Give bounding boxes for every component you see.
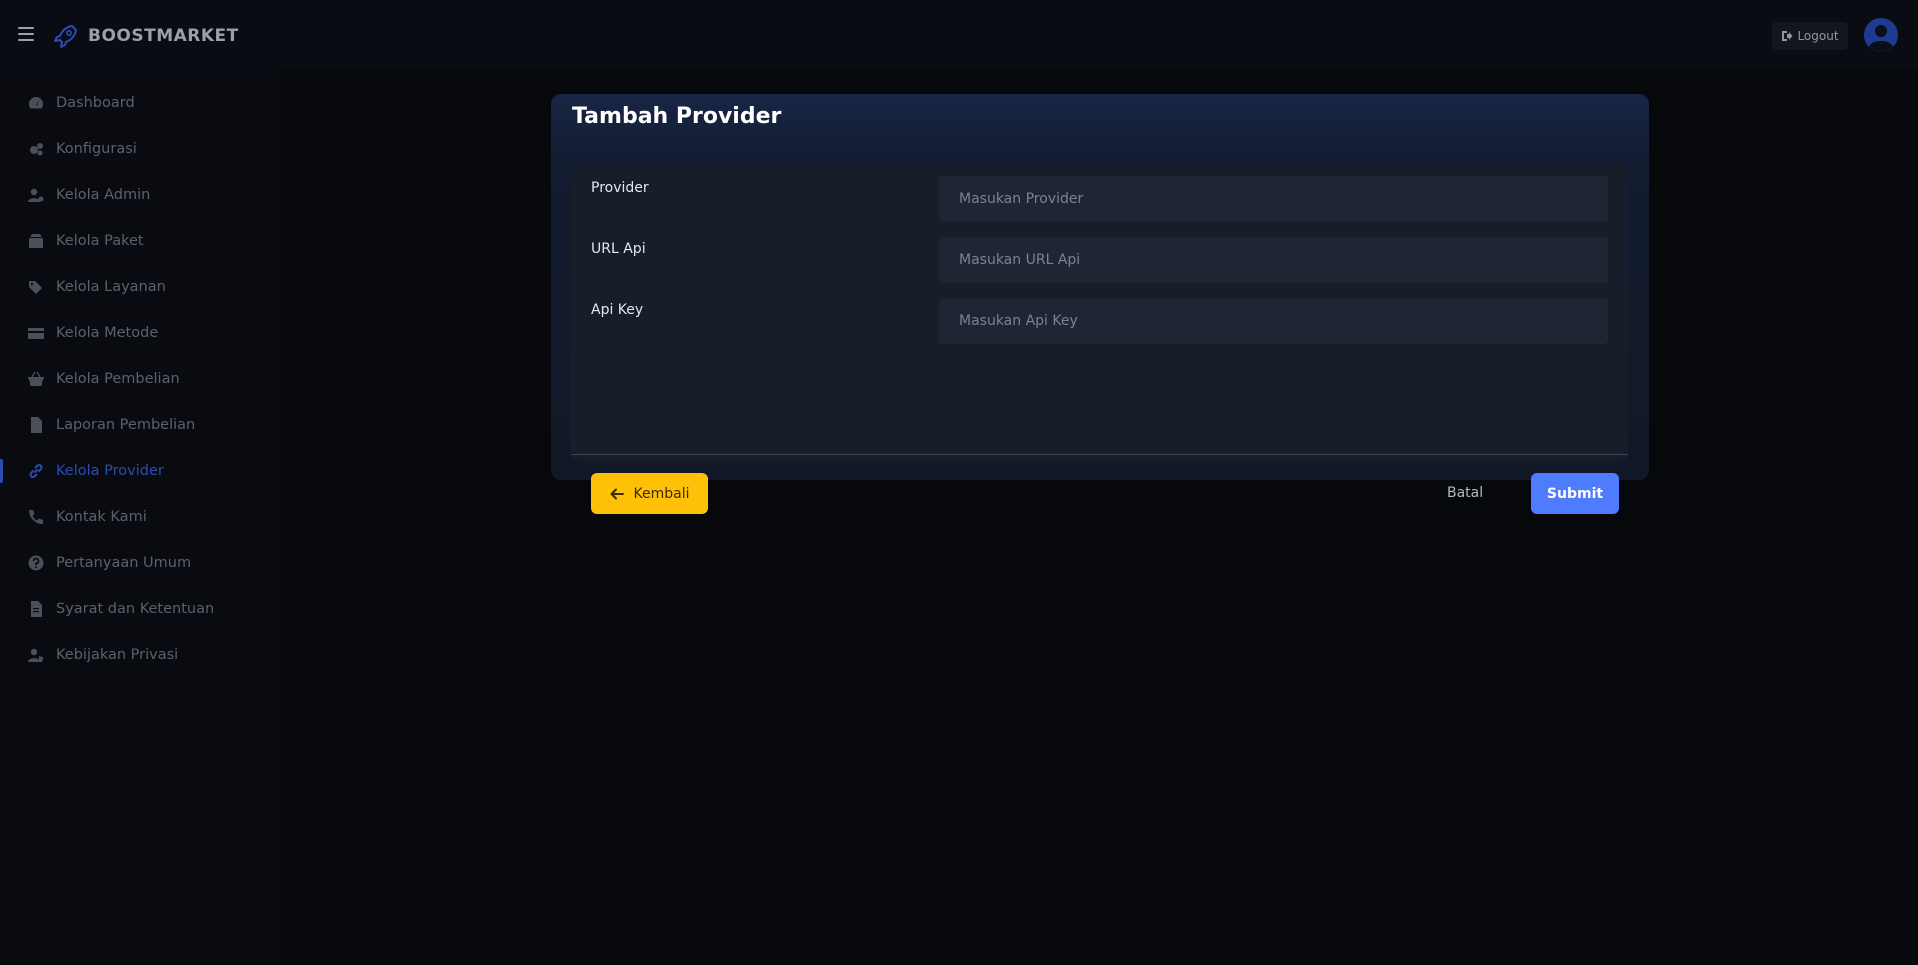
sidebar-item-label: Kelola Layanan — [56, 279, 166, 295]
sidebar-item-syarat-dan-ketentuan[interactable]: Syarat dan Ketentuan — [0, 589, 280, 629]
file-contract-icon — [27, 600, 45, 618]
sidebar-item-kelola-paket[interactable]: Kelola Paket — [0, 221, 280, 261]
sidebar-item-label: Kontak Kami — [56, 509, 147, 525]
sidebar-item-label: Kelola Paket — [56, 233, 144, 249]
back-button[interactable]: Kembali — [591, 473, 708, 514]
sidebar-item-label: Kelola Metode — [56, 325, 159, 341]
rocket-logo-icon — [54, 25, 77, 48]
add-provider-card: Tambah Provider Provider URL Api Api Key… — [551, 94, 1649, 514]
submit-button[interactable]: Submit — [1531, 473, 1619, 514]
sidebar-item-laporan-pembelian[interactable]: Laporan Pembelian — [0, 405, 280, 445]
sidebar-item-kelola-metode[interactable]: Kelola Metode — [0, 313, 280, 353]
api-key-label: Api Key — [591, 302, 644, 318]
sidebar-item-label: Laporan Pembelian — [56, 417, 196, 433]
logout-label: Logout — [1797, 29, 1839, 43]
sidebar-item-kebijakan-privasi[interactable]: Kebijakan Privasi — [0, 635, 280, 675]
file-icon — [27, 416, 45, 434]
sidebar-item-kelola-admin[interactable]: Kelola Admin — [0, 175, 280, 215]
sidebar-item-konfigurasi[interactable]: Konfigurasi — [0, 129, 280, 169]
url-api-input[interactable] — [939, 237, 1608, 283]
link-icon — [27, 462, 45, 480]
dashboard-icon — [27, 94, 45, 112]
sidebar-item-label: Konfigurasi — [56, 141, 137, 157]
box-icon — [27, 232, 45, 250]
credit-card-icon — [27, 324, 45, 342]
sidebar-item-kontak-kami[interactable]: Kontak Kami — [0, 497, 280, 537]
api-key-input[interactable] — [939, 298, 1608, 344]
back-label: Kembali — [633, 485, 690, 502]
logout-button[interactable]: Logout — [1772, 22, 1848, 50]
sidebar-item-kelola-pembelian[interactable]: Kelola Pembelian — [0, 359, 280, 399]
tags-icon — [27, 278, 45, 296]
form-row-provider: Provider — [571, 176, 1628, 222]
form-row-url-api: URL Api — [571, 237, 1628, 283]
cancel-button[interactable]: Batal — [1447, 481, 1483, 505]
user-shield-icon — [27, 646, 45, 664]
form-panel: Provider URL Api Api Key Kembali Batal S… — [571, 163, 1628, 514]
arrow-left-icon — [610, 488, 624, 499]
sidebar-item-label: Dashboard — [56, 95, 135, 111]
url-api-label: URL Api — [591, 241, 646, 257]
top-bar: BOOSTMARKET Logout — [0, 0, 1918, 70]
sidebar-item-label: Kelola Provider — [56, 463, 164, 479]
sidebar-item-label: Pertanyaan Umum — [56, 555, 192, 571]
sidebar-item-label: Kelola Admin — [56, 187, 151, 203]
sidebar-item-kelola-layanan[interactable]: Kelola Layanan — [0, 267, 280, 307]
basket-icon — [27, 370, 45, 388]
avatar[interactable] — [1864, 18, 1898, 52]
form-divider — [571, 454, 1628, 455]
sidebar-item-label: Kelola Pembelian — [56, 371, 180, 387]
user-icon — [1864, 18, 1898, 52]
menu-toggle-icon[interactable] — [18, 27, 34, 41]
sidebar-item-kelola-provider[interactable]: Kelola Provider — [0, 451, 280, 491]
user-cog-icon — [27, 186, 45, 204]
provider-input[interactable] — [939, 176, 1608, 222]
form-row-api-key: Api Key — [571, 298, 1628, 344]
brand[interactable]: BOOSTMARKET — [52, 20, 239, 52]
phone-icon — [27, 508, 45, 526]
sidebar-item-label: Syarat dan Ketentuan — [56, 601, 215, 617]
cogs-icon — [27, 140, 45, 158]
sidebar-item-pertanyaan-umum[interactable]: Pertanyaan Umum — [0, 543, 280, 583]
sidebar-item-label: Kebijakan Privasi — [56, 647, 179, 663]
question-circle-icon — [27, 554, 45, 572]
page-title: Tambah Provider — [572, 104, 782, 129]
sidebar: Dashboard Konfigurasi Kelola Admin Kelol… — [0, 70, 280, 965]
sidebar-item-dashboard[interactable]: Dashboard — [0, 83, 280, 123]
provider-label: Provider — [591, 180, 649, 196]
brand-name: BOOSTMARKET — [88, 26, 239, 46]
sign-out-icon — [1782, 31, 1793, 41]
